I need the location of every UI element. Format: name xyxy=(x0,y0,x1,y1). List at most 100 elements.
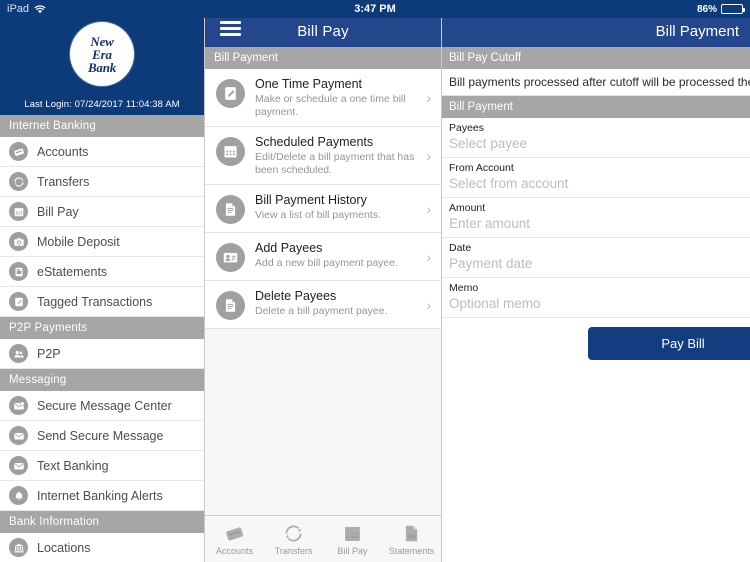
tab-statements[interactable]: Statements xyxy=(382,523,441,556)
document-list-icon xyxy=(216,291,245,320)
hamburger-menu-icon[interactable] xyxy=(220,21,241,36)
field-date[interactable]: Date Payment date xyxy=(442,238,750,278)
status-bar-right: 86% xyxy=(696,3,745,15)
envelope-badge-icon xyxy=(9,396,28,415)
tab-label: Bill Pay xyxy=(337,545,368,556)
bill-payment-section-header: Bill Payment xyxy=(205,47,441,69)
menu-item-subtitle: Add a new bill payment payee. xyxy=(255,257,399,269)
bank-building-icon xyxy=(9,538,28,557)
field-payees[interactable]: Payees Select payee xyxy=(442,118,750,158)
chevron-right-icon: › xyxy=(426,200,431,217)
sidebar-item-label: Mobile Deposit xyxy=(37,234,120,249)
bill-pay-menu-item-add-payees[interactable]: Add Payees Add a new bill payment payee. › xyxy=(205,233,441,281)
bill-pay-panel: Bill Pay Bill Payment One Time Payment Ma… xyxy=(205,0,442,562)
envelope-icon xyxy=(9,456,28,475)
field-input[interactable]: Payment date xyxy=(449,255,750,273)
menu-item-subtitle: Make or schedule a one time bill payment… xyxy=(255,93,406,118)
tag-pencil-icon xyxy=(9,292,28,311)
field-label: Payees xyxy=(449,122,485,134)
sidebar-item-label: Locations xyxy=(37,540,91,555)
sidebar-item-mobile-deposit[interactable]: Mobile Deposit xyxy=(0,227,204,257)
sidebar-item-text-banking[interactable]: Text Banking xyxy=(0,451,204,481)
bank-logo: New Era Bank xyxy=(70,22,134,86)
contact-card-icon xyxy=(216,243,245,272)
field-memo[interactable]: Memo Optional memo xyxy=(442,278,750,318)
bill-pay-menu-item-scheduled-payments[interactable]: Scheduled Payments Edit/Delete a bill pay… xyxy=(205,127,441,185)
sidebar-item-transfers[interactable]: Transfers xyxy=(0,167,204,197)
document-printer-icon xyxy=(9,262,28,281)
chevron-right-icon: › xyxy=(426,89,431,106)
sidebar-item-p2p[interactable]: P2P xyxy=(0,339,204,369)
sidebar-section-header: Bank Information xyxy=(0,511,204,533)
sidebar-item-label: eStatements xyxy=(37,264,108,279)
sidebar: New Era Bank Last Login: 07/24/2017 11:0… xyxy=(0,0,205,562)
pdf-document-icon xyxy=(401,523,422,544)
sidebar-item-accounts[interactable]: Accounts xyxy=(0,137,204,167)
battery-icon xyxy=(721,4,745,14)
sidebar-item-locations[interactable]: Locations xyxy=(0,533,204,562)
menu-item-subtitle: Edit/Delete a bill payment that has been… xyxy=(255,151,415,176)
bill-payment-title: Bill Payment xyxy=(655,23,739,40)
field-input[interactable]: Enter amount xyxy=(449,215,750,233)
app-screen: iPad 3:47 PM 86% New Era Bank Last Login… xyxy=(0,0,750,562)
logo-line-2: Era xyxy=(92,46,112,62)
calendar-icon xyxy=(9,202,28,221)
bill-payment-form-panel: Bill Payment Bill Pay Cutoff Bill paymen… xyxy=(442,0,750,562)
sidebar-item-bill-pay[interactable]: Bill Pay xyxy=(0,197,204,227)
field-input[interactable]: Select from account xyxy=(449,175,750,193)
calendar-icon xyxy=(342,523,363,544)
pay-bill-button[interactable]: Pay Bill xyxy=(588,327,750,360)
logo-line-1: New xyxy=(90,33,114,49)
field-input[interactable]: Select payee xyxy=(449,135,750,153)
sidebar-item-label: Secure Message Center xyxy=(37,398,172,413)
bill-payment-form-header: Bill Payment xyxy=(442,96,750,118)
tab-label: Transfers xyxy=(274,545,313,556)
sidebar-item-estatements[interactable]: eStatements xyxy=(0,257,204,287)
pencil-edit-icon xyxy=(216,79,245,108)
sidebar-item-internet-banking-alerts[interactable]: Internet Banking Alerts xyxy=(0,481,204,511)
envelope-icon xyxy=(9,426,28,445)
bill-pay-cutoff-note: Bill payments processed after cutoff wil… xyxy=(442,69,750,96)
field-label: Amount xyxy=(449,202,486,214)
chevron-right-icon: › xyxy=(426,248,431,265)
battery-percent-label: 86% xyxy=(696,3,717,15)
sidebar-menu: Internet Banking Accounts Transfers Bill Pa… xyxy=(0,115,204,562)
tab-accounts[interactable]: Accounts xyxy=(205,523,264,556)
document-list-icon xyxy=(216,195,245,224)
field-amount[interactable]: Amount Enter amount xyxy=(442,198,750,238)
tab-transfers[interactable]: Transfers xyxy=(264,523,323,556)
tab-bill-pay[interactable]: Bill Pay xyxy=(323,523,382,556)
cards-icon xyxy=(9,142,28,161)
sidebar-item-tagged-transactions[interactable]: Tagged Transactions xyxy=(0,287,204,317)
menu-item-title: Bill Payment History xyxy=(255,193,367,207)
sidebar-item-send-secure-message[interactable]: Send Secure Message xyxy=(0,421,204,451)
field-input[interactable]: Optional memo xyxy=(449,295,750,313)
field-label: Memo xyxy=(449,282,479,294)
menu-item-title: Scheduled Payments xyxy=(255,135,374,149)
status-bar: iPad 3:47 PM 86% xyxy=(0,0,750,18)
people-icon xyxy=(9,344,28,363)
sidebar-item-label: P2P xyxy=(37,346,61,361)
chevron-right-icon: › xyxy=(426,147,431,164)
field-from-account[interactable]: From Account Select from account xyxy=(442,158,750,198)
bill-pay-menu-item-one-time-payment[interactable]: One Time Payment Make or schedule a one t… xyxy=(205,69,441,127)
sidebar-item-secure-message-center[interactable]: Secure Message Center xyxy=(0,391,204,421)
sidebar-item-label: Send Secure Message xyxy=(37,428,164,443)
cards-icon xyxy=(224,523,245,544)
sidebar-item-label: Internet Banking Alerts xyxy=(37,488,163,503)
bill-pay-menu-item-bill-payment-history[interactable]: Bill Payment History View a list of bill … xyxy=(205,185,441,233)
sidebar-item-label: Text Banking xyxy=(37,458,109,473)
tab-label: Accounts xyxy=(215,545,254,556)
bill-pay-empty-space xyxy=(205,329,441,515)
menu-item-text: Add Payees Add a new bill payment payee. xyxy=(255,241,432,270)
sidebar-item-label: Bill Pay xyxy=(37,204,79,219)
tab-label: Statements xyxy=(388,545,435,556)
bill-pay-menu-item-delete-payees[interactable]: Delete Payees Delete a bill payment payee… xyxy=(205,281,441,329)
refresh-arrows-icon xyxy=(283,523,304,544)
menu-item-text: Bill Payment History View a list of bill … xyxy=(255,193,432,222)
pay-bill-button-row: Pay Bill xyxy=(442,318,750,360)
bottom-tab-bar: Accounts Transfers Bill Pay Statements xyxy=(205,515,441,562)
field-label: From Account xyxy=(449,162,514,174)
status-bar-time: 3:47 PM xyxy=(354,3,396,15)
chevron-right-icon: › xyxy=(426,296,431,313)
